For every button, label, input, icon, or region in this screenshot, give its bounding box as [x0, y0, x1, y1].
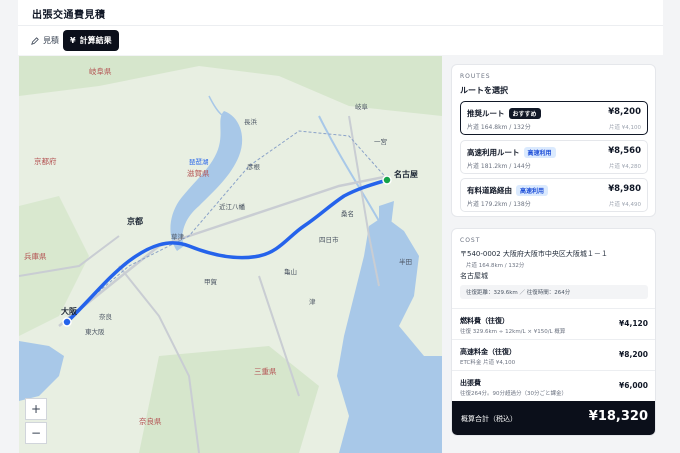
- pencil-icon: [31, 36, 39, 45]
- map-label-biwako: 琵琶湖: [189, 158, 209, 166]
- total-bar: 概算合計（税込） ¥18,320: [452, 401, 655, 435]
- map-label-tsu: 津: [309, 298, 316, 306]
- tab-estimate-label: 見積: [43, 36, 59, 45]
- route-badge: 高速利用: [523, 147, 556, 158]
- route-name-wrap: 有料道路経由 高速利用: [467, 185, 549, 196]
- route-price: ¥8,980: [608, 184, 641, 194]
- cost-row-allowance: 出張費 往復264分。90分超過分（30分ごと課金） ¥6,000: [452, 370, 655, 400]
- route-name: 推奨ルート: [467, 109, 505, 118]
- page-title: 出張交通費見積: [32, 10, 106, 21]
- trip-summary: 往復距離：329.6km ／ 往復時間：264分: [460, 285, 648, 299]
- cost-section-label: COST: [460, 237, 481, 244]
- map-label-kuwana: 桑名: [341, 210, 354, 218]
- map-label-ichinomiya: 一宮: [374, 138, 387, 146]
- route-option-highway[interactable]: 高速利用ルート 高速利用 片道 181.2km / 144分 ¥8,560 片道…: [460, 140, 648, 174]
- map-label-kyotopref: 京都府: [34, 157, 57, 166]
- origin-address: 〒540-0002 大阪府大阪市中央区大阪城１－１: [460, 250, 608, 258]
- cost-name: 高速料金（往復）: [460, 348, 516, 356]
- route-name: 有料道路経由: [467, 186, 512, 195]
- total-label: 概算合計（税込）: [461, 415, 517, 423]
- map-label-kyoto: 京都: [127, 217, 143, 226]
- route-name-wrap: 高速利用ルート 高速利用: [467, 147, 556, 158]
- cost-row-fuel: 燃料費（往復） 往復 329.6km ÷ 12km/L × ¥150/L 概算 …: [452, 308, 655, 338]
- map-label-higashiosaka: 東大阪: [85, 328, 105, 336]
- zoom-out-button[interactable]: −: [25, 422, 47, 444]
- destination-name: 名古屋城: [460, 272, 488, 280]
- origin-marker: [62, 317, 72, 327]
- map-label-miepref: 三重県: [254, 367, 277, 376]
- route-name: 高速利用ルート: [467, 148, 520, 157]
- cost-detail: 往復 329.6km ÷ 12km/L × ¥150/L 概算: [460, 329, 566, 335]
- map-label-hikone: 彦根: [247, 163, 260, 171]
- route-badge: おすすめ: [508, 108, 541, 119]
- route-map[interactable]: 岐阜県 琵琶湖 滋賀県 京都府 兵庫県 三重県 奈良県 京都 大阪 東大阪 奈良…: [19, 56, 442, 453]
- map-label-shigapref: 滋賀県: [187, 169, 210, 178]
- map-label-narapref: 奈良県: [139, 417, 162, 426]
- cost-name: 燃料費（往復）: [460, 317, 509, 325]
- cost-value: ¥8,200: [619, 350, 648, 359]
- map-label-nagahama: 長浜: [244, 118, 257, 126]
- yen-icon: ¥: [70, 36, 76, 45]
- cost-value: ¥4,120: [619, 319, 648, 328]
- route-distance: 片道 179.2km / 138分: [467, 201, 531, 208]
- cost-panel: COST 〒540-0002 大阪府大阪市中央区大阪城１－１ 片道 164.8k…: [451, 228, 656, 436]
- map-label-osaka: 大阪: [61, 307, 77, 316]
- route-price: ¥8,200: [608, 107, 641, 117]
- route-oneway-price: 片道 ¥4,100: [609, 125, 641, 131]
- zoom-in-button[interactable]: +: [25, 398, 47, 420]
- route-oneway-price: 片道 ¥4,280: [609, 164, 641, 170]
- map-label-kouka: 甲賀: [204, 278, 217, 286]
- route-distance: 片道 164.8km / 132分: [467, 124, 531, 131]
- tab-result[interactable]: ¥ 計算結果: [63, 30, 119, 51]
- origin-sub: 片道 164.8km / 132分: [466, 263, 525, 269]
- routes-title: ルートを選択: [460, 86, 508, 95]
- map-label-nagoya: 名古屋: [394, 170, 418, 179]
- tab-estimate[interactable]: 見積: [24, 30, 66, 51]
- map-label-gifu: 岐阜: [355, 103, 368, 111]
- map-label-handa: 半田: [399, 258, 412, 266]
- route-price: ¥8,560: [608, 146, 641, 156]
- route-option-recommended[interactable]: 推奨ルート おすすめ 片道 164.8km / 132分 ¥8,200 片道 ¥…: [460, 101, 648, 135]
- destination-marker: [382, 175, 392, 185]
- cost-row-highway: 高速料金（往復） ETC料金 片道 ¥4,100 ¥8,200: [452, 339, 655, 369]
- map-label-gifupref: 岐阜県: [89, 67, 112, 76]
- total-value: ¥18,320: [588, 409, 648, 424]
- cost-name: 出張費: [460, 379, 481, 387]
- cost-detail: ETC料金 片道 ¥4,100: [460, 360, 516, 366]
- route-badge: 高速利用: [516, 185, 549, 196]
- map-label-kusatsu: 草津: [171, 233, 184, 241]
- map-label-yokkaichi: 四日市: [319, 236, 339, 244]
- map-label-omihachiman: 近江八幡: [219, 203, 245, 211]
- routes-panel: ROUTES ルートを選択 推奨ルート おすすめ 片道 164.8km / 13…: [451, 64, 656, 217]
- tab-bar: 見積 ¥ 計算結果: [18, 25, 663, 55]
- route-oneway-price: 片道 ¥4,490: [609, 202, 641, 208]
- cost-value: ¥6,000: [619, 381, 648, 390]
- route-name-wrap: 推奨ルート おすすめ: [467, 108, 541, 119]
- map-label-kameyama: 亀山: [284, 268, 297, 276]
- routes-section-label: ROUTES: [460, 73, 491, 80]
- map-canvas: [19, 56, 442, 453]
- cost-detail: 往復264分。90分超過分（30分ごと課金）: [460, 391, 567, 397]
- route-option-toll[interactable]: 有料道路経由 高速利用 片道 179.2km / 138分 ¥8,980 片道 …: [460, 178, 648, 212]
- tab-result-label: 計算結果: [79, 36, 112, 45]
- route-distance: 片道 181.2km / 144分: [467, 163, 531, 170]
- app-header: 出張交通費見積: [18, 0, 663, 25]
- map-label-hyogopref: 兵庫県: [24, 252, 47, 261]
- map-label-nara: 奈良: [99, 313, 112, 321]
